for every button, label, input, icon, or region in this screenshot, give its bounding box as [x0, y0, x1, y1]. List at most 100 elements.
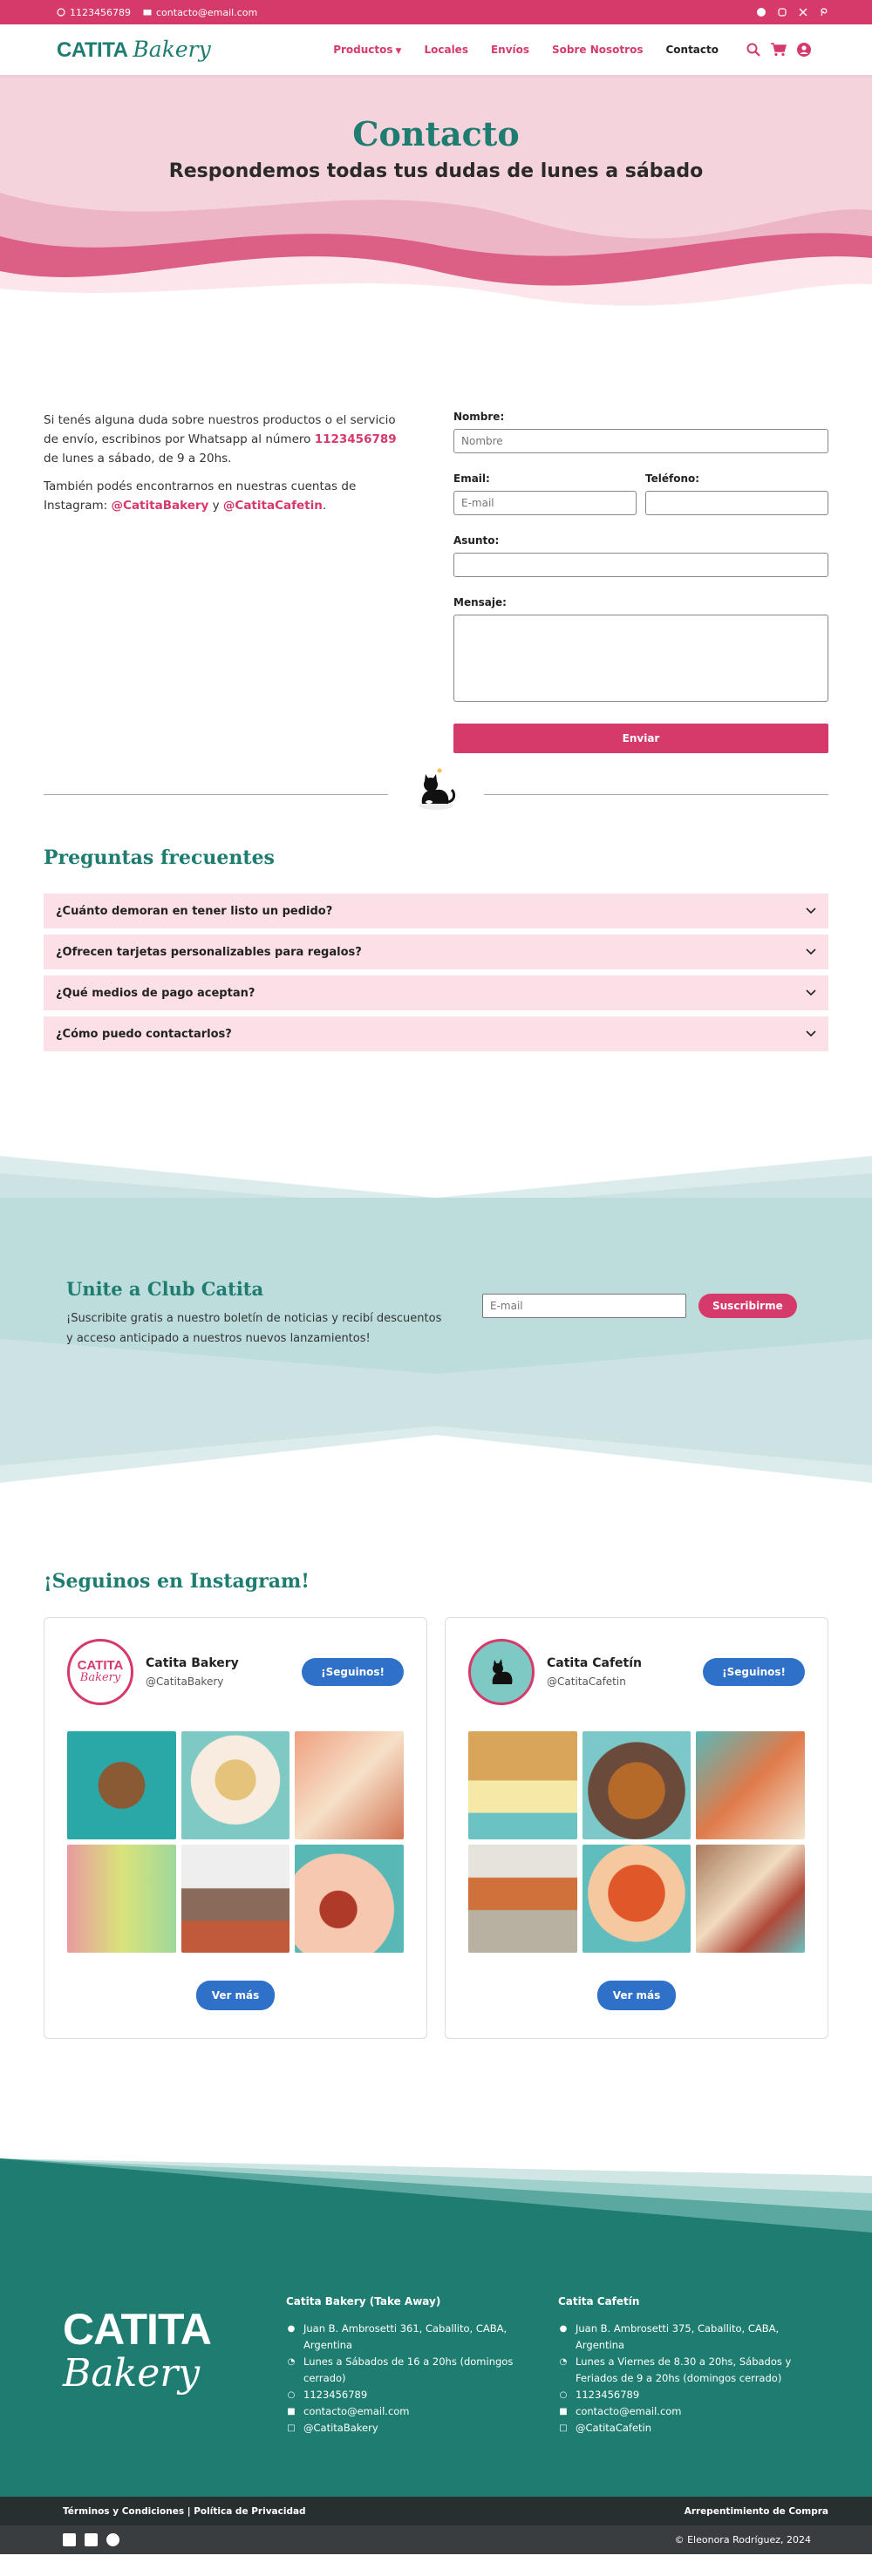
location-pin-icon: ●: [287, 2324, 296, 2334]
caret-down-icon: ▼: [395, 47, 402, 56]
instagram-title: ¡Seguinos en Instagram!: [44, 1570, 310, 1593]
top-bar: 1123456789 contacto@email.com: [0, 0, 872, 24]
account-name: Catita Cafetín: [547, 1656, 642, 1670]
see-more-button[interactable]: Ver más: [196, 1981, 275, 2010]
cat-divider: [0, 759, 872, 846]
user-account-icon[interactable]: [797, 43, 811, 57]
briefcase-icon[interactable]: [63, 2533, 76, 2546]
faq-question: ¿Cuánto demoran en tener listo un pedido…: [56, 904, 333, 918]
github-icon[interactable]: [106, 2533, 119, 2546]
x-icon[interactable]: [799, 8, 807, 17]
chevron-down-icon: [806, 907, 816, 914]
instagram-link-cafetin[interactable]: @CatitaCafetin: [223, 499, 323, 513]
email-input[interactable]: [453, 491, 637, 515]
whatsapp-icon: ○: [559, 2390, 568, 2400]
page-subtitle: Respondemos todas tus dudas de lunes a s…: [168, 160, 704, 182]
topbar-email[interactable]: contacto@email.com: [143, 7, 257, 18]
cart-icon[interactable]: [771, 43, 787, 57]
account-name: Catita Bakery: [146, 1656, 239, 1670]
footer-hours: Lunes a Viernes de 8.30 a 20hs, Sábados …: [576, 2355, 792, 2384]
instagram-photo[interactable]: [582, 1731, 691, 1839]
footer-phone[interactable]: 1123456789: [303, 2387, 367, 2403]
linkedin-icon[interactable]: [85, 2533, 98, 2546]
instagram-card-bakery: CATITA Bakery Catita Bakery @CatitaBaker…: [44, 1617, 427, 2039]
subscribe-button[interactable]: Suscribirme: [698, 1294, 797, 1318]
instagram-photo[interactable]: [696, 1731, 805, 1839]
nav-envios[interactable]: Envíos: [491, 44, 529, 56]
logo-script-text: Bakery: [133, 37, 211, 62]
faq-item[interactable]: ¿Cómo puedo contactarlos?: [44, 1016, 828, 1051]
instagram-icon: □: [287, 2423, 296, 2433]
footer: CATITA Bakery Catita Bakery (Take Away) …: [0, 2158, 872, 2497]
pinterest-icon[interactable]: [820, 8, 828, 17]
name-label: Nombre:: [453, 411, 505, 423]
instagram-photo[interactable]: [67, 1731, 176, 1839]
copyright-bar: © Eleonora Rodríguez, 2024: [0, 2525, 872, 2554]
footer-phone[interactable]: 1123456789: [576, 2387, 639, 2403]
instagram-photo[interactable]: [181, 1731, 290, 1839]
nav-productos[interactable]: Productos ▼: [333, 44, 401, 56]
faq-question: ¿Ofrecen tarjetas personalizables para r…: [56, 945, 362, 959]
contact-paragraph-whatsapp: Si tenés alguna duda sobre nuestros prod…: [44, 413, 397, 466]
nav-contacto[interactable]: Contacto: [665, 44, 719, 56]
divider-line-right: [484, 794, 828, 795]
footer-logo[interactable]: CATITA Bakery: [63, 2305, 212, 2396]
instagram-photo[interactable]: [295, 1845, 404, 1953]
instagram-photo[interactable]: [67, 1845, 176, 1953]
footer-logo-main: CATITA: [63, 2305, 212, 2354]
footer-col-title: Catita Cafetín: [558, 2295, 640, 2308]
message-label: Mensaje:: [453, 596, 507, 608]
message-textarea[interactable]: [453, 615, 828, 702]
topbar-phone[interactable]: 1123456789: [57, 7, 131, 18]
chevron-down-icon: [806, 1030, 816, 1037]
topbar-email-text: contacto@email.com: [156, 6, 258, 18]
regret-purchase-link[interactable]: Arrepentimiento de Compra: [685, 2506, 828, 2517]
site-logo[interactable]: CATITA Bakery: [57, 37, 211, 63]
instagram-photo[interactable]: [696, 1845, 805, 1953]
instagram-photo[interactable]: [295, 1731, 404, 1839]
nav-locales[interactable]: Locales: [424, 44, 468, 56]
faq-section: Preguntas frecuentes ¿Cuánto demoran en …: [0, 846, 872, 1099]
envelope-icon: [143, 10, 152, 16]
footer-logo-script: Bakery: [63, 2351, 201, 2396]
whatsapp-number-link[interactable]: 1123456789: [315, 432, 397, 446]
instagram-icon[interactable]: [778, 8, 787, 17]
chevron-down-icon: [806, 989, 816, 996]
newsletter-email-input[interactable]: [482, 1294, 686, 1318]
instagram-link-bakery[interactable]: @CatitaBakery: [112, 499, 209, 513]
follow-button[interactable]: ¡Seguinos!: [302, 1658, 404, 1686]
search-icon[interactable]: [746, 43, 760, 57]
submit-button[interactable]: Enviar: [453, 724, 828, 753]
instagram-photo[interactable]: [582, 1845, 691, 1953]
footer-email[interactable]: contacto@email.com: [576, 2403, 682, 2420]
contact-paragraph-instagram: También podés encontrarnos en nuestras c…: [44, 479, 357, 513]
nav-sobre-nosotros[interactable]: Sobre Nosotros: [552, 44, 643, 56]
account-handle: @CatitaCafetin: [547, 1675, 626, 1688]
footer-col-cafetin: Catita Cafetín ● Juan B. Ambrosetti 375, …: [558, 2294, 811, 2437]
footer-email[interactable]: contacto@email.com: [303, 2403, 410, 2420]
cat-logo-icon: [492, 1659, 513, 1684]
see-more-button[interactable]: Ver más: [597, 1981, 676, 2010]
newsletter-text: ¡Suscribite gratis a nuestro boletín de …: [66, 1312, 442, 1345]
phone-input[interactable]: [645, 491, 828, 515]
terms-links[interactable]: Términos y Condiciones | Política de Pri…: [63, 2506, 306, 2517]
envelope-icon: ■: [287, 2407, 296, 2416]
faq-question: ¿Cómo puedo contactarlos?: [56, 1027, 232, 1041]
instagram-card-cafetin: Catita Cafetín @CatitaCafetin ¡Seguinos!…: [445, 1617, 828, 2039]
facebook-icon[interactable]: [757, 8, 766, 17]
subject-input[interactable]: [453, 553, 828, 577]
follow-button[interactable]: ¡Seguinos!: [703, 1658, 805, 1686]
instagram-photo[interactable]: [468, 1845, 577, 1953]
instagram-photo[interactable]: [468, 1731, 577, 1839]
faq-item[interactable]: ¿Cuánto demoran en tener listo un pedido…: [44, 894, 828, 928]
footer-address: Juan B. Ambrosetti 361, Caballito, CABA,…: [303, 2322, 508, 2351]
name-input[interactable]: [453, 429, 828, 453]
footer-instagram[interactable]: @CatitaBakery: [303, 2420, 378, 2437]
main-navbar: CATITA Bakery Productos ▼ Locales Envíos …: [0, 24, 872, 75]
footer-instagram[interactable]: @CatitaCafetin: [576, 2420, 651, 2437]
faq-item[interactable]: ¿Ofrecen tarjetas personalizables para r…: [44, 935, 828, 969]
contact-form: Nombre: Email: Teléfono: Asunto: Mensaje…: [453, 411, 828, 759]
instagram-photo[interactable]: [181, 1845, 290, 1953]
faq-item[interactable]: ¿Qué medios de pago aceptan?: [44, 975, 828, 1010]
contact-info: Si tenés alguna duda sobre nuestros prod…: [44, 411, 410, 759]
